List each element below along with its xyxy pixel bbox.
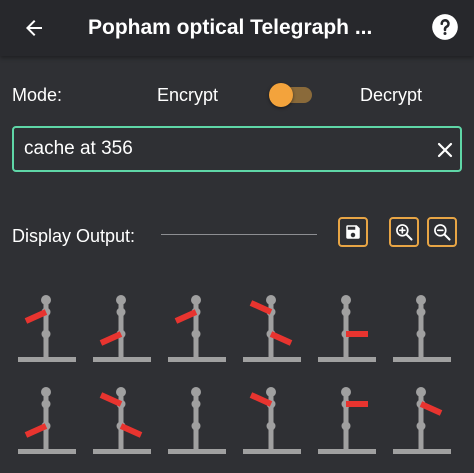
telegraph-symbol xyxy=(318,295,376,362)
save-button[interactable] xyxy=(338,217,368,247)
mode-label: Mode: xyxy=(12,85,63,105)
telegraph-joint-lower xyxy=(191,421,201,431)
telegraph-arm-upper xyxy=(249,392,273,407)
telegraph-symbol xyxy=(318,387,376,454)
zoom-out-button[interactable] xyxy=(427,217,457,247)
mode-toggle[interactable] xyxy=(268,81,316,109)
telegraph-top-knob xyxy=(416,295,426,305)
toggle-thumb xyxy=(269,83,293,107)
telegraph-top-knob xyxy=(341,387,351,397)
help-button[interactable] xyxy=(430,12,460,42)
telegraph-symbol xyxy=(93,387,151,454)
telegraph-arm-lower xyxy=(24,423,48,438)
telegraph-arm-upper xyxy=(99,392,123,407)
output-divider xyxy=(161,234,317,235)
telegraph-top-knob xyxy=(191,387,201,397)
telegraph-joint-upper xyxy=(116,307,126,317)
telegraph-symbol xyxy=(168,295,226,362)
telegraph-arm-lower xyxy=(269,331,293,346)
telegraph-top-knob xyxy=(41,387,51,397)
telegraph-joint-lower xyxy=(341,421,351,431)
telegraph-arm-upper xyxy=(24,309,48,324)
telegraph-joint-upper xyxy=(191,399,201,409)
page-title: Popham optical Telegraph ... xyxy=(88,16,373,39)
zoom-in-button[interactable] xyxy=(389,217,419,247)
floppy-disk-icon xyxy=(346,225,360,239)
telegraph-top-knob xyxy=(341,295,351,305)
help-circle-icon xyxy=(432,14,458,40)
telegraph-joint-lower xyxy=(416,329,426,339)
zoom-out-icon xyxy=(434,224,451,241)
telegraph-display xyxy=(18,295,451,454)
encrypt-label: Encrypt xyxy=(157,85,219,105)
telegraph-top-knob xyxy=(266,387,276,397)
telegraph-arm-lower xyxy=(119,423,143,438)
telegraph-joint-lower xyxy=(266,421,276,431)
message-input-field xyxy=(12,126,462,172)
telegraph-symbol xyxy=(243,295,301,362)
telegraph-top-knob xyxy=(416,387,426,397)
telegraph-arm-upper xyxy=(249,300,273,315)
telegraph-joint-upper xyxy=(41,399,51,409)
telegraph-symbol xyxy=(168,387,226,454)
back-button[interactable] xyxy=(16,10,52,46)
telegraph-top-knob xyxy=(41,295,51,305)
telegraph-symbol xyxy=(243,387,301,454)
telegraph-symbol xyxy=(393,387,451,454)
telegraph-joint-lower xyxy=(416,421,426,431)
message-input[interactable] xyxy=(24,134,414,164)
telegraph-symbol xyxy=(393,295,451,362)
telegraph-arm-upper xyxy=(174,309,198,324)
telegraph-arm-lower xyxy=(99,331,123,346)
display-output-label: Display Output: xyxy=(12,226,136,246)
telegraph-arm-upper xyxy=(419,401,443,416)
close-icon xyxy=(437,142,453,158)
telegraph-symbol xyxy=(18,295,76,362)
decrypt-label: Decrypt xyxy=(360,85,423,105)
telegraph-top-knob xyxy=(191,295,201,305)
telegraph-joint-upper xyxy=(416,307,426,317)
app-bar: Popham optical Telegraph ... xyxy=(0,0,474,56)
telegraph-symbol xyxy=(18,387,76,454)
telegraph-top-knob xyxy=(116,387,126,397)
telegraph-top-knob xyxy=(116,295,126,305)
clear-button[interactable] xyxy=(432,137,458,163)
telegraph-symbol xyxy=(93,295,151,362)
telegraph-top-knob xyxy=(266,295,276,305)
telegraph-joint-lower xyxy=(191,329,201,339)
zoom-in-icon xyxy=(396,224,413,241)
telegraph-joint-lower xyxy=(41,329,51,339)
arrow-back-icon xyxy=(26,20,42,36)
telegraph-output-grid xyxy=(0,288,474,463)
telegraph-joint-upper xyxy=(341,307,351,317)
